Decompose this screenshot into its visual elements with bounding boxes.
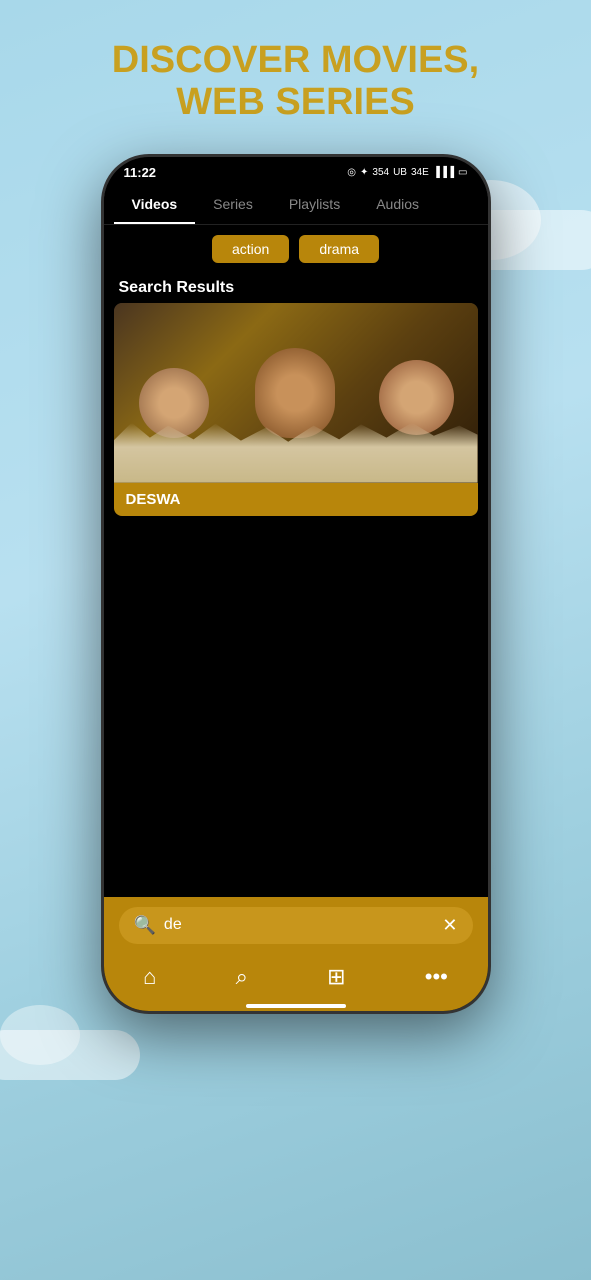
movie-thumbnail: champaran talkies presents DESWA [114, 303, 478, 483]
search-input-row[interactable]: 🔍 de ✕ [119, 907, 473, 944]
movie-card-deswa[interactable]: champaran talkies presents DESWA DESWA [114, 303, 478, 516]
more-icon: ••• [425, 964, 448, 990]
movie-title-banner: DESWA [114, 483, 478, 516]
movie-bg [114, 303, 478, 483]
nav-home[interactable]: ⌂ [143, 964, 156, 990]
search-results-heading: Search Results [104, 273, 488, 303]
data-speed: 354 [372, 167, 389, 178]
actor-face-center [255, 348, 335, 438]
clear-search-icon[interactable]: ✕ [442, 915, 457, 936]
bottom-search-container: 🔍 de ✕ [104, 897, 488, 954]
actor-face-left [139, 368, 209, 438]
headline-line2: WEB SERIES [176, 81, 415, 123]
page-headline: DISCOVER MOVIES, WEB SERIES [46, 40, 546, 124]
search-input-value[interactable]: de [164, 916, 434, 934]
filter-chips-row: action drama [104, 225, 488, 273]
search-nav-icon: ⌕ [236, 964, 248, 990]
tab-audios[interactable]: Audios [358, 184, 437, 224]
nav-grid[interactable]: ⊞ [327, 964, 345, 990]
chip-action[interactable]: action [212, 235, 289, 263]
tabs-bar: Videos Series Playlists Audios [104, 184, 488, 225]
chip-drama[interactable]: drama [299, 235, 379, 263]
tab-series[interactable]: Series [195, 184, 271, 224]
battery-icon: ▭ [458, 167, 467, 178]
status-bar: 11:22 ◎ ✦ 354 UB 34E ▐▐▐ ▭ [104, 157, 488, 184]
home-bar [246, 1004, 346, 1008]
home-icon: ⌂ [143, 964, 156, 990]
phone-mockup: 11:22 ◎ ✦ 354 UB 34E ▐▐▐ ▭ Videos Series… [101, 154, 491, 1014]
tab-videos[interactable]: Videos [114, 184, 196, 224]
content-area-empty [104, 516, 488, 897]
network-type: UB [393, 167, 407, 178]
tab-playlists[interactable]: Playlists [271, 184, 358, 224]
search-icon: 🔍 [134, 915, 156, 936]
nav-search[interactable]: ⌕ [236, 964, 248, 990]
grid-icon: ⊞ [327, 964, 345, 990]
cloud-decoration-2 [0, 1030, 140, 1080]
nav-more[interactable]: ••• [425, 964, 448, 990]
status-icons: ◎ ✦ 354 UB 34E ▐▐▐ ▭ [347, 167, 467, 178]
status-time: 11:22 [124, 165, 157, 180]
home-indicator [104, 1006, 488, 1011]
data-type2: 34E [411, 167, 429, 178]
actor-face-right [379, 360, 454, 435]
headline-line1: DISCOVER MOVIES, [112, 39, 479, 81]
app-content: Videos Series Playlists Audios action dr… [104, 184, 488, 1011]
bottom-navigation: ⌂ ⌕ ⊞ ••• [104, 954, 488, 1006]
network-icon: ◎ [347, 167, 356, 178]
bluetooth-icon: ✦ [360, 167, 368, 178]
signal-icon: ▐▐▐ [433, 167, 454, 178]
